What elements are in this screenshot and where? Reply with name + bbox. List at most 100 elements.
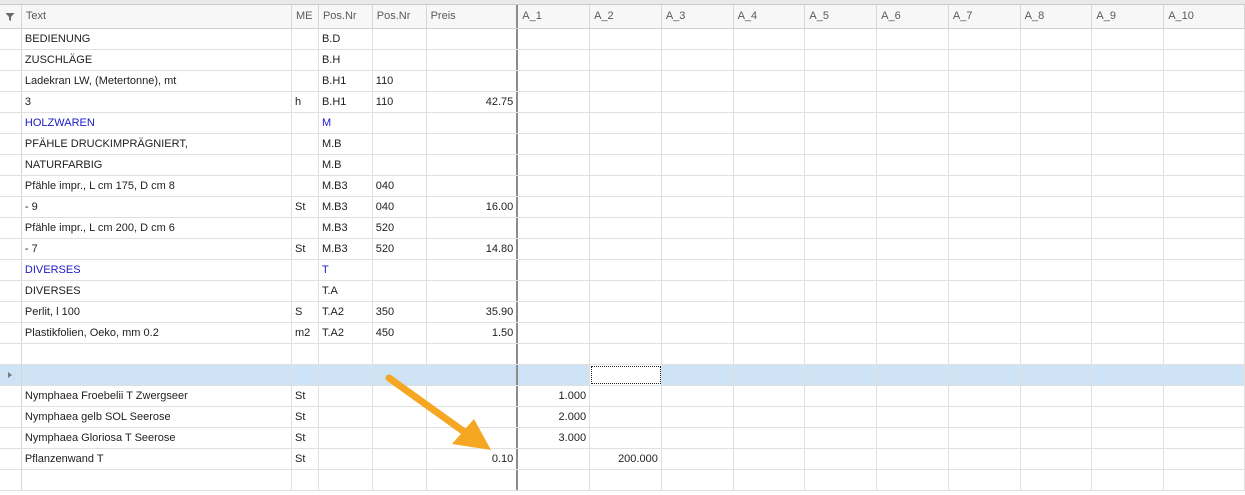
cell-a-6[interactable] [877, 323, 949, 343]
cell-a-10[interactable] [1164, 323, 1245, 343]
cell-a-10[interactable] [1164, 29, 1245, 49]
cell-preis[interactable] [427, 134, 519, 154]
cell-a-3[interactable] [662, 29, 734, 49]
cell-a-3[interactable] [662, 71, 734, 91]
cell-a-9[interactable] [1092, 260, 1165, 280]
cell-a-7[interactable] [949, 428, 1021, 448]
cell-a-1[interactable] [518, 260, 591, 280]
cell-pos-nr-2[interactable] [373, 407, 427, 427]
cell-a-3[interactable] [662, 323, 734, 343]
cell-a-3[interactable] [662, 50, 734, 70]
cell-a-6[interactable] [877, 365, 949, 385]
cell-text[interactable]: Pflanzenwand T [22, 449, 292, 469]
cell-a-4[interactable] [734, 50, 806, 70]
row-indicator[interactable] [0, 281, 22, 301]
cell-a-6[interactable] [877, 344, 949, 364]
row-indicator[interactable] [0, 344, 22, 364]
cell-a-10[interactable] [1164, 449, 1245, 469]
cell-a-10[interactable] [1164, 281, 1245, 301]
cell-a-6[interactable] [877, 197, 949, 217]
cell-pos-nr[interactable]: M.B3 [319, 197, 373, 217]
cell-me[interactable] [292, 50, 319, 70]
table-row[interactable]: 3 h B.H1 110 42.75 [0, 92, 1245, 113]
cell-a-8[interactable] [1021, 239, 1093, 259]
cell-a-6[interactable] [877, 470, 949, 490]
cell-a-10[interactable] [1164, 155, 1245, 175]
cell-a-6[interactable] [877, 29, 949, 49]
cell-a-5[interactable] [805, 365, 878, 385]
cell-a-5[interactable] [805, 218, 878, 238]
cell-pos-nr[interactable] [319, 365, 373, 385]
cell-a-3[interactable] [662, 302, 734, 322]
table-row[interactable]: Pfähle impr., L cm 175, D cm 8 M.B3 040 [0, 176, 1245, 197]
cell-preis[interactable]: 42.75 [427, 92, 519, 112]
cell-me[interactable]: St [292, 407, 319, 427]
cell-preis[interactable]: 35.90 [427, 302, 519, 322]
cell-pos-nr[interactable]: B.D [319, 29, 373, 49]
cell-me[interactable] [292, 134, 319, 154]
cell-a-2[interactable] [590, 407, 662, 427]
cell-pos-nr[interactable]: B.H1 [319, 71, 373, 91]
cell-a-3[interactable] [662, 113, 734, 133]
cell-a-9[interactable] [1092, 386, 1165, 406]
cell-text[interactable]: NATURFARBIG [22, 155, 292, 175]
cell-a-1[interactable] [518, 281, 591, 301]
cell-pos-nr[interactable] [319, 428, 373, 448]
cell-a-6[interactable] [877, 92, 949, 112]
cell-preis[interactable] [427, 470, 519, 490]
cell-text[interactable]: DIVERSES [22, 281, 292, 301]
cell-pos-nr-2[interactable] [373, 344, 427, 364]
cell-a-9[interactable] [1092, 134, 1165, 154]
cell-a-1[interactable] [518, 239, 591, 259]
cell-a-3[interactable] [662, 92, 734, 112]
cell-a-10[interactable] [1164, 113, 1245, 133]
row-indicator[interactable] [0, 176, 22, 196]
table-row[interactable]: Perlit, l 100 S T.A2 350 35.90 [0, 302, 1245, 323]
row-indicator[interactable] [0, 239, 22, 259]
cell-a-5[interactable] [805, 197, 878, 217]
cell-a-2[interactable] [590, 239, 662, 259]
cell-a-3[interactable] [662, 134, 734, 154]
cell-pos-nr-2[interactable]: 520 [373, 239, 427, 259]
cell-a-7[interactable] [949, 71, 1021, 91]
cell-a-7[interactable] [949, 386, 1021, 406]
cell-pos-nr-2[interactable] [373, 470, 427, 490]
cell-a-1[interactable] [518, 197, 591, 217]
column-header-me[interactable]: ME [292, 5, 319, 28]
cell-a-3[interactable] [662, 470, 734, 490]
cell-me[interactable]: S [292, 302, 319, 322]
cell-a-5[interactable] [805, 239, 878, 259]
cell-a-8[interactable] [1021, 428, 1093, 448]
cell-a-4[interactable] [734, 29, 806, 49]
cell-a-1[interactable] [518, 365, 591, 385]
table-row[interactable]: Pflanzenwand T St 0.10 200.000 [0, 449, 1245, 470]
cell-me[interactable] [292, 113, 319, 133]
cell-a-5[interactable] [805, 50, 878, 70]
table-row[interactable] [0, 344, 1245, 365]
cell-a-10[interactable] [1164, 239, 1245, 259]
cell-pos-nr[interactable]: M.B [319, 155, 373, 175]
cell-a-2[interactable] [590, 302, 662, 322]
cell-a-4[interactable] [734, 407, 806, 427]
cell-me[interactable]: m2 [292, 323, 319, 343]
cell-a-7[interactable] [949, 218, 1021, 238]
cell-me[interactable] [292, 218, 319, 238]
row-indicator[interactable] [0, 449, 22, 469]
cell-a-9[interactable] [1092, 92, 1165, 112]
row-indicator[interactable] [0, 155, 22, 175]
cell-a-4[interactable] [734, 260, 806, 280]
cell-a-1[interactable] [518, 344, 591, 364]
cell-preis[interactable] [427, 386, 519, 406]
cell-preis[interactable] [427, 407, 519, 427]
cell-a-7[interactable] [949, 197, 1021, 217]
column-header-preis[interactable]: Preis [427, 5, 519, 28]
cell-a-5[interactable] [805, 428, 878, 448]
cell-pos-nr[interactable]: M.B3 [319, 218, 373, 238]
cell-pos-nr[interactable]: M [319, 113, 373, 133]
cell-a-2[interactable] [590, 197, 662, 217]
cell-a-5[interactable] [805, 470, 878, 490]
row-indicator[interactable] [0, 365, 22, 385]
cell-a-4[interactable] [734, 218, 806, 238]
table-row[interactable]: ZUSCHLÄGE B.H [0, 50, 1245, 71]
cell-a-6[interactable] [877, 155, 949, 175]
